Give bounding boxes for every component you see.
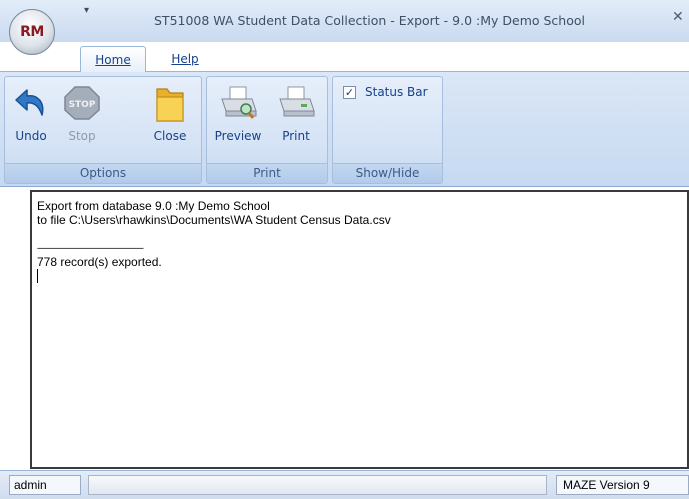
stop-icon-text: STOP xyxy=(69,100,96,110)
undo-arrow-icon xyxy=(15,89,44,116)
title-bar: ▾ ST51008 WA Student Data Collection - E… xyxy=(0,0,689,42)
quick-access-dropdown-icon[interactable]: ▾ xyxy=(84,5,89,16)
stop-label: Stop xyxy=(68,129,96,143)
log-line: Export from database 9.0 :My Demo School xyxy=(37,199,270,213)
log-line: 778 record(s) exported. xyxy=(37,255,162,269)
close-window-icon[interactable]: ✕ xyxy=(672,9,684,25)
status-version: MAZE Version 9 xyxy=(556,475,689,495)
status-bar-toggle[interactable]: ✓ Status Bar xyxy=(343,85,428,99)
app-logo: RM xyxy=(20,24,44,40)
app-menu-orb[interactable]: RM xyxy=(9,9,55,55)
print-button[interactable]: Print xyxy=(273,85,319,143)
log-line: to file C:\Users\rhawkins\Documents\WA S… xyxy=(37,213,391,227)
tab-home[interactable]: Home xyxy=(80,46,146,72)
window-title: ST51008 WA Student Data Collection - Exp… xyxy=(154,13,585,28)
preview-button[interactable]: Preview xyxy=(211,85,265,143)
status-progress-bar xyxy=(88,475,547,495)
ribbon-group-print-label: Print xyxy=(207,163,327,183)
ribbon-group-show-hide-label: Show/Hide xyxy=(333,163,442,183)
stop-sign-icon: STOP xyxy=(64,86,100,120)
folder-icon xyxy=(156,88,184,122)
stop-button: STOP Stop xyxy=(59,85,105,143)
undo-button[interactable]: Undo xyxy=(8,85,54,143)
ribbon-group-show-hide: ✓ Status Bar Show/Hide xyxy=(332,76,443,184)
tab-help-label: Help xyxy=(171,52,199,66)
ribbon-group-options: Undo STOP Stop Close Options xyxy=(4,76,202,184)
close-button[interactable]: Close xyxy=(147,85,193,143)
text-caret xyxy=(37,269,683,283)
tab-help[interactable]: Help xyxy=(160,47,210,71)
status-bar-checkbox-label: Status Bar xyxy=(365,85,428,99)
status-bar-checkbox[interactable]: ✓ xyxy=(343,85,356,99)
ribbon-group-options-label: Options xyxy=(5,163,201,183)
ribbon: Undo STOP Stop Close Options Preview Pri… xyxy=(0,71,689,187)
undo-label: Undo xyxy=(15,129,47,143)
log-blank-line xyxy=(37,227,683,241)
log-separator: ----------------------------------------… xyxy=(37,243,144,253)
preview-label: Preview xyxy=(214,129,262,143)
close-label: Close xyxy=(153,129,187,143)
print-preview-icon xyxy=(221,86,257,119)
ribbon-group-print: Preview Print Print xyxy=(206,76,328,184)
tab-home-label: Home xyxy=(95,52,131,67)
print-label: Print xyxy=(282,129,310,143)
export-log-textarea[interactable]: Export from database 9.0 :My Demo School… xyxy=(30,190,689,469)
status-user: admin xyxy=(9,475,81,495)
status-bar: admin MAZE Version 9 xyxy=(0,470,689,499)
printer-icon xyxy=(279,86,315,117)
